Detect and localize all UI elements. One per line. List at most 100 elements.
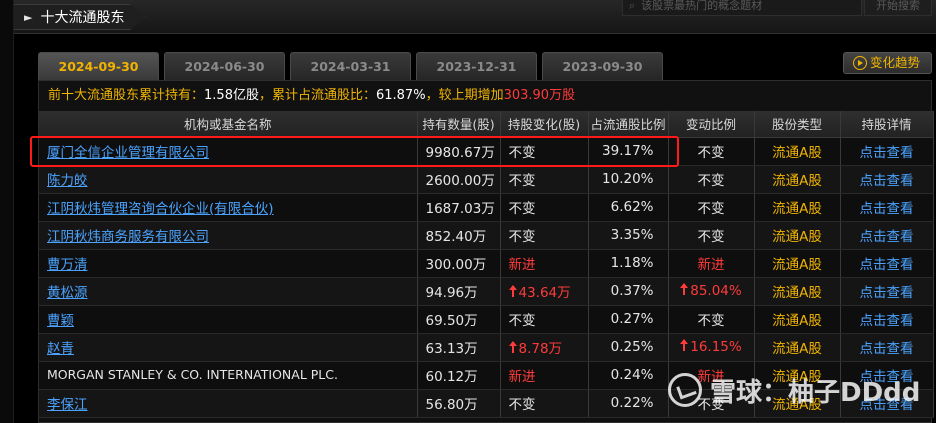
cell-change: 不变 [500,193,589,222]
cell-ratio: 不变 [668,305,755,334]
shareholder-name-link[interactable]: 曹颖 [47,313,74,329]
col-header-type: 股份类型 [754,111,841,138]
tab-2023-12-31[interactable]: 2023-12-31 [416,52,537,80]
cell-ratio: 不变 [668,137,755,166]
change-value: 43.64万 [518,285,571,301]
table-row: 黄松源 94.96万 43.64万 0.37% 85.04% 流通A股 点击查看 [39,277,934,306]
cell-type: 流通A股 [754,305,841,334]
change-value: 8.78万 [518,341,563,357]
cell-qty: 9980.67万 [417,137,501,166]
cell-ratio: 16.15% [668,333,755,362]
cell-change: 新进 [500,361,589,390]
col-header-qty: 持有数量(股) [417,111,501,138]
shareholder-name-link[interactable]: 江阴秋炜管理咨询合伙企业(有限合伙) [47,201,274,217]
section-title-tab: ► 十大流通股东 [14,4,146,30]
search-icon: ⌕ [629,0,636,12]
cell-detail: 点击查看 [840,333,934,362]
up-arrow-icon [680,283,689,295]
shareholder-name-link[interactable]: 赵青 [47,341,74,357]
cell-name: 厦门全信企业管理有限公司 [39,137,418,166]
snowball-logo-icon [668,373,702,407]
cell-pct: 0.27% [588,305,669,334]
ratio-value: 85.04% [690,283,742,299]
shareholder-name-link[interactable]: 李保江 [47,397,88,413]
view-detail-link[interactable]: 点击查看 [860,173,914,189]
shareholder-name: MORGAN STANLEY & CO. INTERNATIONAL PLC. [47,367,338,382]
change-value: 不变 [508,201,536,217]
table-row: 曹颖 69.50万 不变 0.27% 不变 流通A股 点击查看 [39,305,934,334]
section-arrow-icon: ► [24,10,33,24]
tab-2024-09-30[interactable]: 2024-09-30 [38,52,159,80]
view-detail-link[interactable]: 点击查看 [860,313,914,329]
tab-2024-03-31[interactable]: 2024-03-31 [290,52,411,80]
ratio-value: 16.15% [690,339,742,355]
view-detail-link[interactable]: 点击查看 [860,229,914,245]
tab-2023-09-30[interactable]: 2023-09-30 [542,52,663,80]
summary-suffix: ，较上期增加 [425,88,504,103]
watermark-text: 雪球：柚子DDdd [710,377,921,408]
view-detail-link[interactable]: 点击查看 [860,285,914,301]
cell-type: 流通A股 [754,193,841,222]
cell-name: 李保江 [39,389,418,418]
cell-ratio: 85.04% [668,277,755,306]
tab-2024-06-30[interactable]: 2024-06-30 [164,52,285,80]
view-detail-link[interactable]: 点击查看 [860,341,914,357]
col-header-name: 机构或基金名称 [39,111,418,138]
summary-increase: 303.90万股 [503,88,576,103]
change-value: 不变 [508,229,536,245]
table-header-row: 机构或基金名称 持有数量(股) 持股变化(股) 占流通股比例 变动比例 股份类型… [39,111,934,138]
trend-button[interactable]: 变化趋势 [843,52,932,74]
cell-detail: 点击查看 [840,193,934,222]
cell-change: 不变 [500,137,589,166]
view-detail-link[interactable]: 点击查看 [860,257,914,273]
cell-pct: 1.18% [588,249,669,278]
ratio-value: 不变 [697,173,725,189]
cell-ratio: 不变 [668,193,755,222]
cell-name: 曹万清 [39,249,418,278]
cell-detail: 点击查看 [840,305,934,334]
table-row: 江阴秋炜商务服务有限公司 852.40万 不变 3.35% 不变 流通A股 点击查看 [39,221,934,250]
view-detail-link[interactable]: 点击查看 [860,145,914,161]
search-button[interactable]: 开始搜索 [864,0,932,16]
shareholder-name-link[interactable]: 陈力皎 [47,173,88,189]
change-value: 不变 [508,397,536,413]
cell-qty: 63.13万 [417,333,501,362]
cell-qty: 60.12万 [417,361,501,390]
shareholder-name-link[interactable]: 曹万清 [47,257,88,273]
summary-ratio: 61.87% [375,88,426,103]
top-bar: ► 十大流通股东 ⌕ 该股票最热门的概念题材 开始搜索 [14,0,936,34]
cell-type: 流通A股 [754,221,841,250]
ratio-value: 不变 [697,229,725,245]
section-title: 十大流通股东 [40,10,125,26]
ratio-value: 不变 [697,313,725,329]
search-input[interactable]: ⌕ 该股票最热门的概念题材 [622,0,862,16]
cell-qty: 300.00万 [417,249,501,278]
view-detail-link[interactable]: 点击查看 [860,201,914,217]
cell-change: 43.64万 [500,277,589,306]
search-text: 该股票最热门的概念题材 [641,0,763,12]
table-row: 赵青 63.13万 8.78万 0.25% 16.15% 流通A股 点击查看 [39,333,934,362]
watermark: 雪球：柚子DDdd [668,368,920,412]
change-value: 不变 [508,173,536,189]
summary-line: 前十大流通股东累计持有：1.58亿股，累计占流通股比：61.87%，较上期增加3… [39,81,931,111]
change-value: 不变 [508,145,536,161]
up-arrow-icon [508,285,517,297]
shareholder-name-link[interactable]: 江阴秋炜商务服务有限公司 [47,229,209,245]
cell-detail: 点击查看 [840,249,934,278]
table-row: 曹万清 300.00万 新进 1.18% 新进 流通A股 点击查看 [39,249,934,278]
cell-change: 不变 [500,221,589,250]
cell-pct: 10.20% [588,165,669,194]
shareholder-name-link[interactable]: 厦门全信企业管理有限公司 [47,145,209,161]
cell-type: 流通A股 [754,333,841,362]
cell-name: MORGAN STANLEY & CO. INTERNATIONAL PLC. [39,361,418,390]
shareholder-name-link[interactable]: 黄松源 [47,285,88,301]
cell-pct: 39.17% [588,137,669,166]
cell-type: 流通A股 [754,277,841,306]
up-arrow-icon [508,341,517,353]
cell-pct: 6.62% [588,193,669,222]
change-value: 新进 [508,257,536,273]
summary-prefix: 前十大流通股东累计持有： [48,88,205,103]
col-header-ratio: 变动比例 [668,111,755,138]
cell-pct: 0.24% [588,361,669,390]
cell-qty: 1687.03万 [417,193,501,222]
